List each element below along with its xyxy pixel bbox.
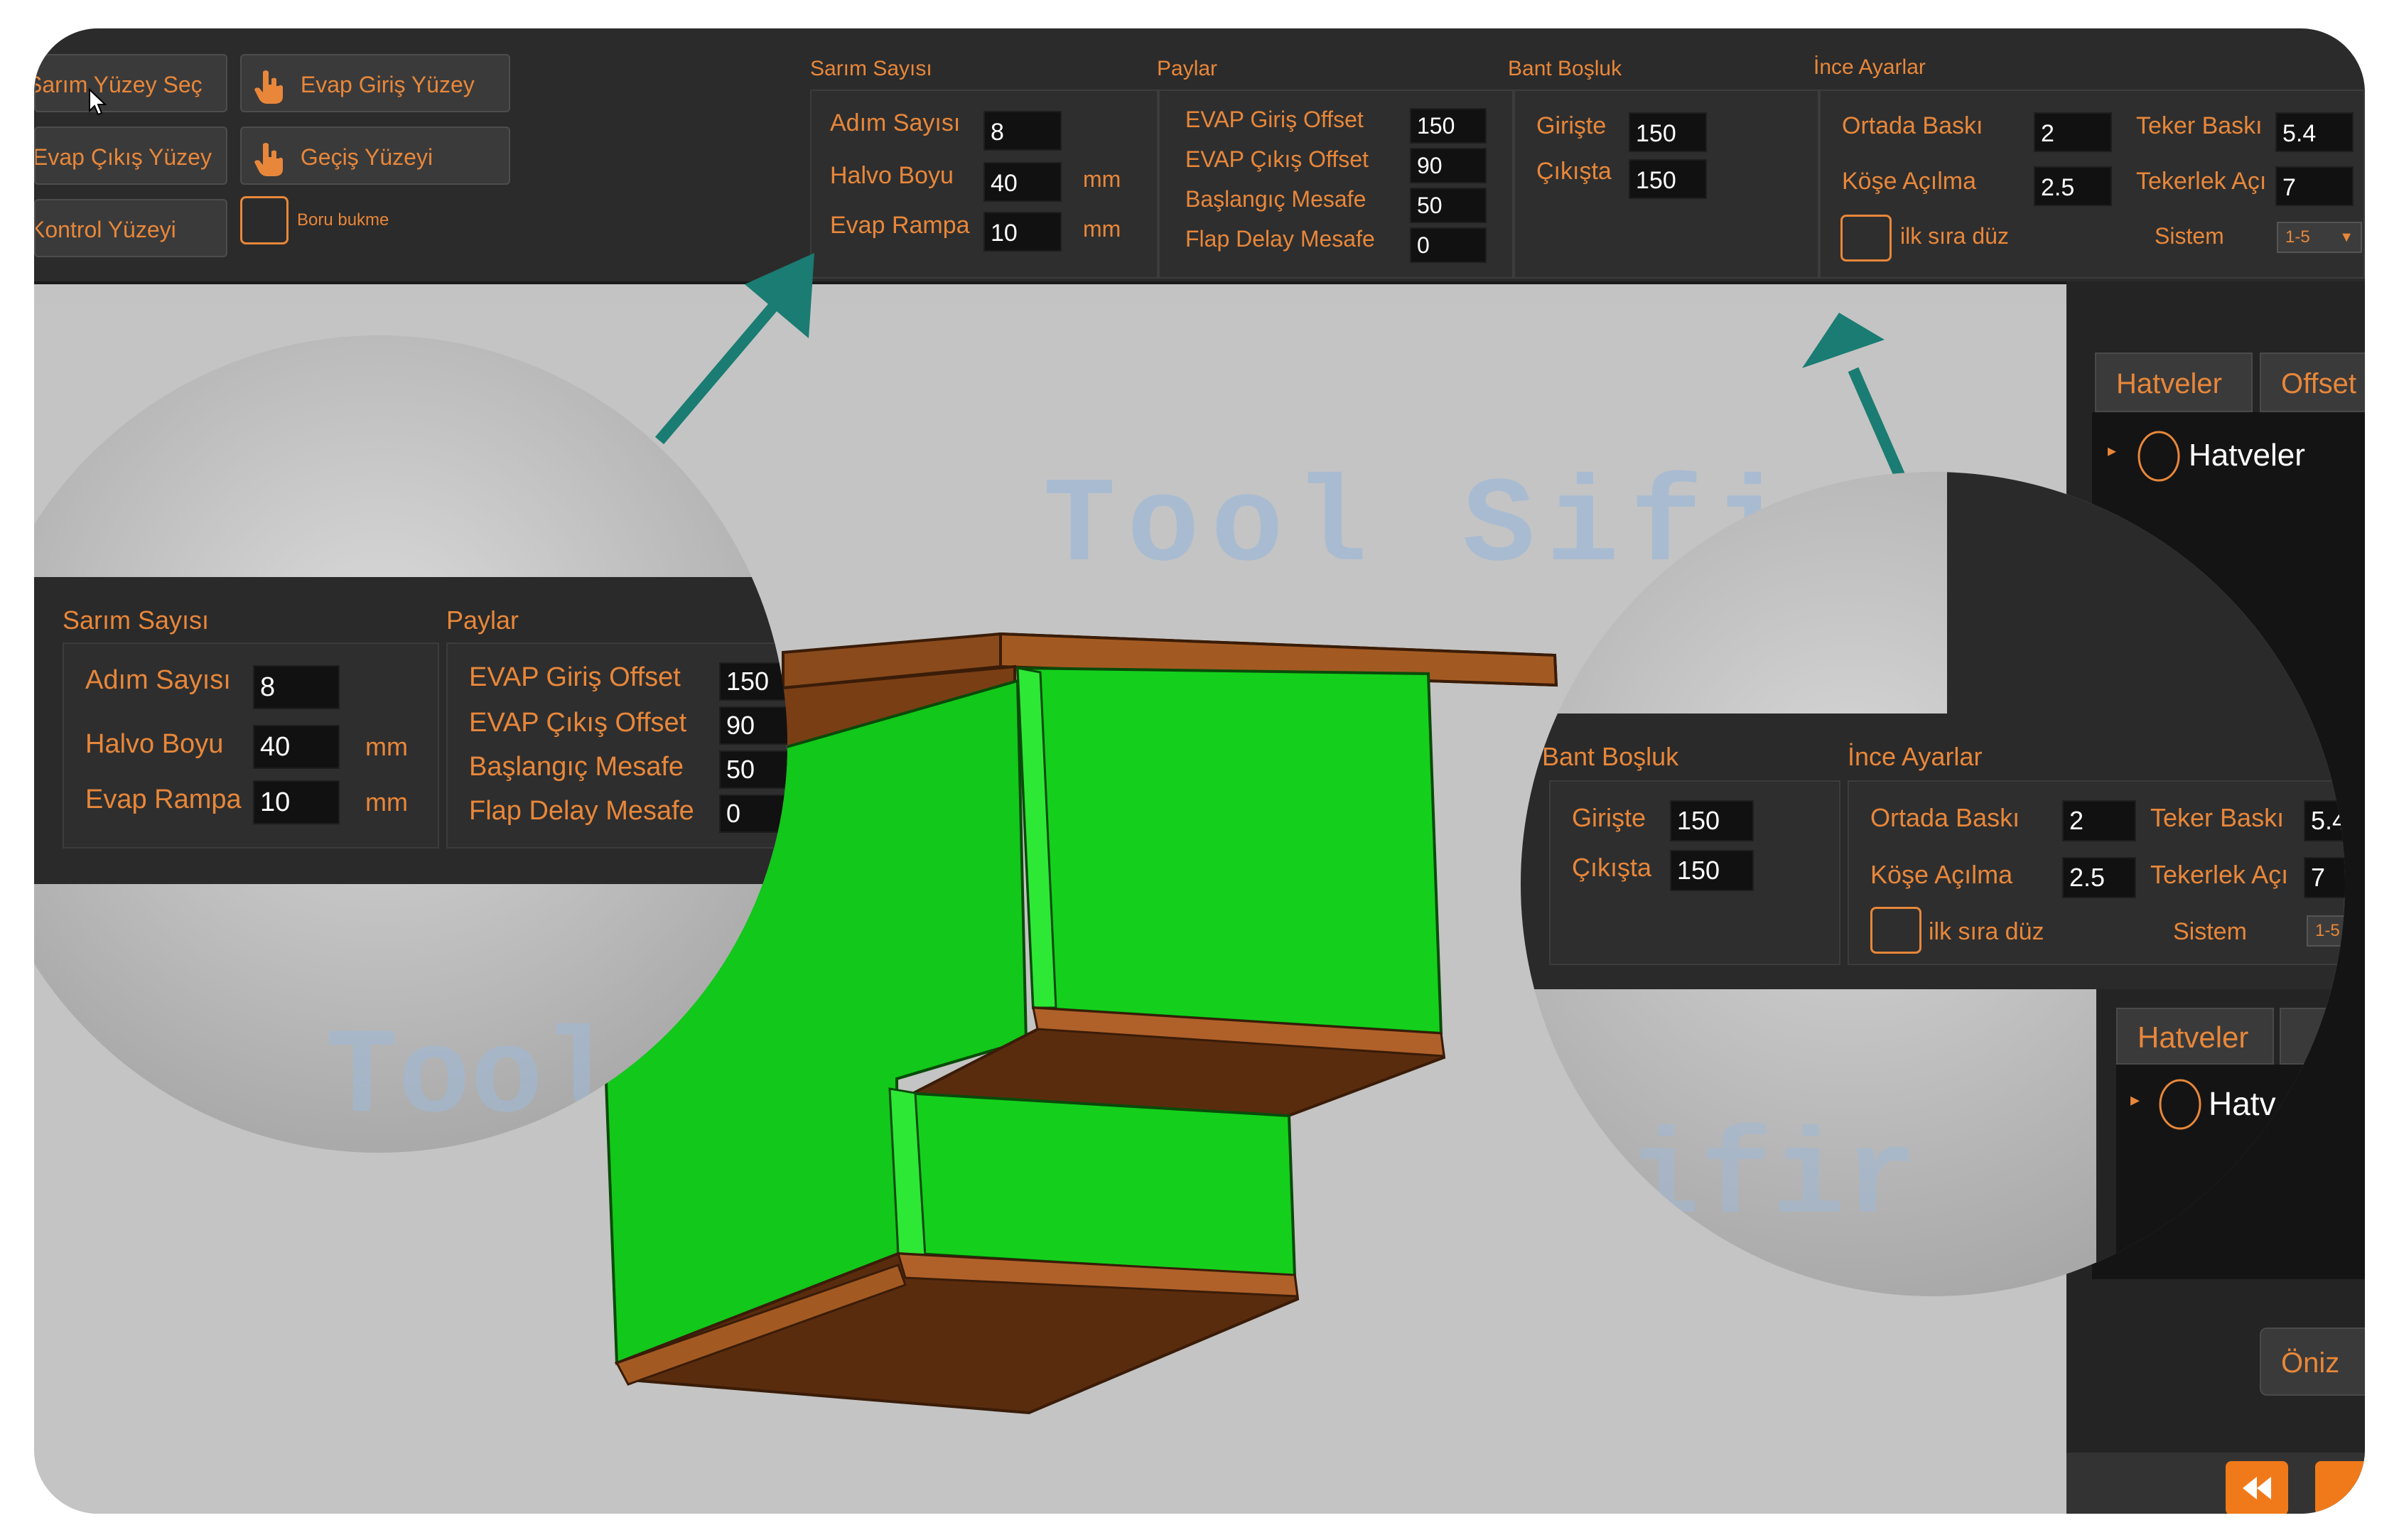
lens-sistem-label: Sistem — [2173, 918, 2247, 945]
lens-right-side-panel: Hatveler ▸ Hatv — [2096, 989, 2345, 1296]
lens-ortada-baski-label: Ortada Baskı — [1870, 803, 2020, 832]
lens-adim-sayisi-label: Adım Sayısı — [85, 665, 231, 695]
lens-paylar-group: EVAP Giriş Offset 150 EVAP Çıkış Offset … — [446, 642, 787, 849]
lens-baslangic-mesafe-field[interactable]: 50 — [719, 750, 787, 789]
lens-tree-view: ▸ Hatv — [2116, 1065, 2345, 1296]
lens-cikista-label: Çıkışta — [1572, 853, 1652, 882]
lens-evap-giris-offset-field[interactable]: 150 — [719, 662, 787, 701]
lens-right-dark-top — [1947, 472, 2345, 714]
lens-evap-cikis-offset-label: EVAP Çıkış Offset — [469, 708, 687, 738]
lens-adim-sayisi-field[interactable]: 8 — [253, 665, 340, 709]
app-window: Sarım Yüzey Seç Evap Giriş Yüzey Evap Çı… — [34, 28, 2365, 1514]
lens-cikista-field[interactable]: 150 — [1670, 850, 1754, 891]
lens-ilk-sira-duz-label: ilk sıra düz — [1929, 918, 2044, 945]
magnifier-lens-right: ifir Bant Boşluk Girişte 150 Çıkışta 150… — [1521, 472, 2345, 1296]
lens-teker-baski-field[interactable]: 5.4 — [2304, 800, 2345, 841]
lens-tekerlek-aci-label: Tekerlek Açı — [2150, 860, 2289, 889]
arrow-right-head-icon — [1802, 313, 1885, 368]
lens-kose-acilma-label: Köşe Açılma — [1870, 860, 2013, 889]
lens-sistem-select[interactable]: 1-5 — [2307, 915, 2345, 947]
lens-giriste-label: Girişte — [1572, 803, 1646, 832]
lens-evap-cikis-offset-field[interactable]: 90 — [719, 706, 787, 745]
arrow-right-shaft — [1848, 367, 1909, 486]
lens-ince-ayarlar-title: İnce Ayarlar — [1848, 742, 1983, 771]
lens-kose-acilma-field[interactable]: 2.5 — [2062, 857, 2136, 898]
lens-halvo-boyu-label: Halvo Boyu — [85, 729, 224, 759]
lens-evap-rampa-label: Evap Rampa — [85, 785, 242, 814]
lens-ince-ayarlar-group: Ortada Baskı 2 Köşe Açılma 2.5 ilk sıra … — [1848, 780, 2345, 965]
lens-ilk-sira-duz-checkbox[interactable] — [1870, 907, 1921, 954]
lens-right-watermark: ifir — [1627, 1111, 1918, 1249]
lens-sarim-sayisi-group: Adım Sayısı 8 Halvo Boyu 40 mm Evap Ramp… — [63, 642, 439, 849]
lens-hatveler-node-icon — [2159, 1079, 2201, 1130]
lens-sistem-select-value: 1-5 — [2315, 921, 2340, 940]
lens-right-panel: Bant Boşluk Girişte 150 Çıkışta 150 İnce… — [1521, 714, 2345, 989]
magnifier-lens-left: Tool Sarım Sayısı Adım Sayısı 8 Halvo Bo… — [34, 335, 787, 1153]
lens-baslangic-mesafe-label: Başlangıç Mesafe — [469, 752, 684, 782]
lens-evap-rampa-field[interactable]: 10 — [253, 780, 340, 824]
lens-expand-arrow-icon[interactable]: ▸ — [2130, 1089, 2140, 1111]
lens-evap-giris-offset-label: EVAP Giriş Offset — [469, 662, 681, 692]
lens-bant-bosluk-title: Bant Boşluk — [1542, 742, 1679, 771]
lens-tekerlek-aci-field[interactable]: 7 — [2304, 857, 2345, 898]
lens-tab-offset[interactable] — [2280, 1008, 2345, 1065]
lens-ortada-baski-field[interactable]: 2 — [2062, 800, 2136, 841]
lens-evap-rampa-unit: mm — [365, 787, 408, 817]
lens-halvo-boyu-unit: mm — [365, 732, 408, 761]
lens-tab-hatveler[interactable]: Hatveler — [2116, 1008, 2274, 1065]
lens-teker-baski-label: Teker Baskı — [2150, 803, 2285, 832]
lens-left-watermark: Tool — [325, 1011, 616, 1148]
lens-bant-bosluk-group: Girişte 150 Çıkışta 150 — [1549, 780, 1840, 965]
lens-tree-item-hatveler[interactable]: Hatv — [2209, 1084, 2276, 1123]
lens-giriste-field[interactable]: 150 — [1670, 800, 1754, 841]
lens-paylar-title: Paylar — [446, 605, 519, 635]
lens-left-panel: Sarım Sayısı Adım Sayısı 8 Halvo Boyu 40… — [34, 577, 787, 884]
lens-sarim-sayisi-title: Sarım Sayısı — [63, 605, 210, 635]
lens-halvo-boyu-field[interactable]: 40 — [253, 725, 340, 769]
lens-flap-delay-mesafe-label: Flap Delay Mesafe — [469, 796, 694, 826]
lens-flap-delay-mesafe-field[interactable]: 0 — [719, 795, 787, 833]
